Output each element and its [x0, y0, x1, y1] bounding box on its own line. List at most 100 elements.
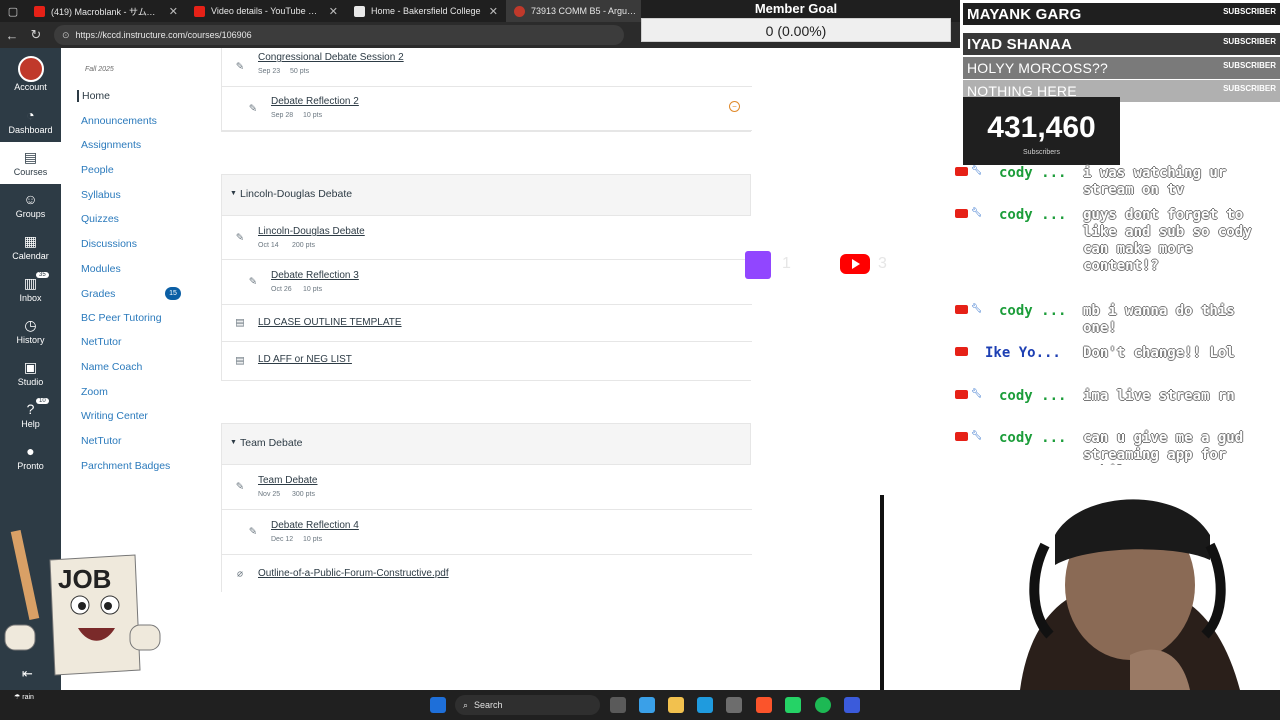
brave-icon[interactable]	[756, 697, 772, 713]
nav-inbox[interactable]: ▥ 35 Inbox	[0, 268, 61, 310]
avatar	[17, 56, 44, 82]
spotify-icon[interactable]	[815, 697, 831, 713]
course-nav-people[interactable]: People	[81, 164, 114, 176]
course-nav-home[interactable]: Home	[77, 90, 110, 102]
mascot-text: JOB	[58, 564, 112, 594]
course-nav-modules[interactable]: Modules	[81, 263, 121, 275]
browser-tab[interactable]: Home - Bakersfield College ✕	[346, 0, 506, 22]
back-icon[interactable]: ←	[0, 28, 24, 43]
close-tab-icon[interactable]: ✕	[489, 5, 498, 18]
module-item[interactable]: ✎ Congressional Debate Session 2 Sep 23 …	[222, 48, 752, 87]
module-item-date: Dec 12	[271, 536, 294, 543]
module-item[interactable]: ✎ Debate Reflection 2 Sep 28 10 pts −	[222, 87, 752, 131]
course-nav-name-coach[interactable]: Name Coach	[81, 361, 142, 373]
module-item[interactable]: ✎ Team Debate Nov 25 300 pts	[222, 465, 752, 510]
copilot-icon[interactable]	[639, 697, 655, 713]
url-input[interactable]: ⊙ https://kccd.instructure.com/courses/1…	[54, 25, 624, 45]
module-item-title[interactable]: Team Debate	[258, 475, 317, 486]
nav-dashboard[interactable]: ◔ Dashboard	[0, 100, 61, 142]
module-item-title[interactable]: Debate Reflection 3	[271, 270, 359, 281]
module-item-title[interactable]: LD CASE OUTLINE TEMPLATE	[258, 317, 402, 328]
nav-calendar[interactable]: ▦ Calendar	[0, 226, 61, 268]
course-nav-grades[interactable]: Grades	[81, 288, 115, 300]
module-item-title[interactable]: Lincoln-Douglas Debate	[258, 226, 365, 237]
nav-label: Pronto	[17, 461, 44, 471]
module-item[interactable]: ▤ LD AFF or NEG LIST	[222, 342, 752, 380]
module-item-date: Nov 25	[258, 491, 281, 498]
weather-widget[interactable]: ☂ rain	[14, 693, 84, 701]
inbox-badge: 35	[36, 272, 49, 278]
roblox-icon[interactable]	[844, 697, 860, 713]
course-nav-announcements[interactable]: Announcements	[81, 115, 157, 127]
assignment-icon: ✎	[248, 103, 258, 114]
course-nav-quizzes[interactable]: Quizzes	[81, 213, 119, 225]
edge-icon[interactable]	[697, 697, 713, 713]
nav-pronto[interactable]: ● Pronto	[0, 436, 61, 478]
module-header[interactable]: ▼ Team Debate	[221, 423, 751, 465]
chat-author: cody ...	[999, 430, 1067, 446]
subscriber-tag: SUBSCRIBER	[1223, 37, 1276, 46]
module-item-date: Oct 14	[258, 242, 279, 249]
whatsapp-icon[interactable]	[785, 697, 801, 713]
module-header[interactable]: ▼ Lincoln-Douglas Debate	[221, 174, 751, 216]
studio-icon: ▣	[23, 358, 38, 375]
module-item-title[interactable]: LD AFF or NEG LIST	[258, 354, 352, 365]
course-nav-zoom[interactable]: Zoom	[81, 386, 108, 398]
document-icon: ▤	[235, 355, 245, 367]
url-text: https://kccd.instructure.com/courses/106…	[75, 30, 252, 40]
file-explorer-icon[interactable]	[668, 697, 684, 713]
module-item-title[interactable]: Outline-of-a-Public-Forum-Constructive.p…	[258, 568, 449, 579]
close-tab-icon[interactable]: ✕	[169, 5, 178, 18]
caret-down-icon[interactable]: ▼	[230, 190, 237, 197]
module-item[interactable]: ▤ LD CASE OUTLINE TEMPLATE	[222, 305, 752, 342]
caret-down-icon[interactable]: ▼	[230, 439, 237, 446]
canvas-logo-icon	[514, 5, 525, 17]
course-nav-assignments[interactable]: Assignments	[81, 139, 141, 151]
browser-tab[interactable]: Video details - YouTube Studio ✕	[186, 0, 346, 22]
course-nav-parchment-badges[interactable]: Parchment Badges	[81, 460, 170, 472]
chat-text: Don't change!! Lol	[1083, 345, 1235, 361]
nav-studio[interactable]: ▣ Studio	[0, 352, 61, 394]
pronto-icon: ●	[26, 443, 35, 459]
wrench-icon: 🔧︎	[971, 430, 983, 440]
module-item-title[interactable]: Debate Reflection 2	[271, 96, 359, 107]
module-item[interactable]: ⌀ Outline-of-a-Public-Forum-Constructive…	[222, 555, 752, 592]
taskbar-search[interactable]: ⌕ Search	[455, 695, 600, 715]
dashboard-icon: ◔	[26, 107, 35, 123]
browser-tab[interactable]: (419) Macroblank - サムライ - YouT ✕	[26, 0, 186, 22]
site-info-icon[interactable]: ⊙	[62, 30, 70, 41]
nav-help[interactable]: ? 10 Help	[0, 394, 61, 436]
module-item-points: 300 pts	[292, 491, 315, 498]
course-nav-syllabus[interactable]: Syllabus	[81, 189, 121, 201]
courses-icon: ▤	[23, 148, 38, 165]
wrench-icon: 🔧︎	[971, 388, 983, 398]
youtube-icon	[955, 209, 968, 218]
grades-badge: 15	[165, 287, 181, 300]
reload-icon[interactable]: ↻	[24, 27, 48, 43]
window-menu-icon[interactable]: ▢	[0, 0, 26, 22]
canvas-page-icon	[354, 5, 365, 17]
course-nav-nettutor-2[interactable]: NetTutor	[81, 435, 121, 447]
nav-courses[interactable]: ▤ Courses	[0, 142, 61, 184]
course-nav-discussions[interactable]: Discussions	[81, 238, 137, 250]
nav-history[interactable]: ◷ History	[0, 310, 61, 352]
module-item-title[interactable]: Congressional Debate Session 2	[258, 52, 404, 63]
course-nav-peer-tutoring[interactable]: BC Peer Tutoring	[81, 312, 162, 324]
tab-title: 73913 COMM B5 - Argumentation	[531, 6, 643, 16]
module-item[interactable]: ✎ Debate Reflection 3 Oct 26 10 pts	[222, 260, 752, 305]
subscriber-entry: HOLYY MORCOSS?? SUBSCRIBER	[963, 57, 1280, 79]
chat-text: i was watching ur stream on tv	[1083, 165, 1227, 198]
module-item[interactable]: ✎ Lincoln-Douglas Debate Oct 14 200 pts	[222, 216, 752, 260]
start-icon[interactable]	[430, 697, 446, 713]
store-icon[interactable]	[726, 697, 742, 713]
nav-groups[interactable]: ☺ Groups	[0, 184, 61, 226]
module-item[interactable]: ✎ Debate Reflection 4 Dec 12 10 pts	[222, 510, 752, 555]
course-nav-writing-center[interactable]: Writing Center	[81, 410, 148, 422]
course-nav-nettutor[interactable]: NetTutor	[81, 336, 121, 348]
chat-author: cody ...	[999, 207, 1067, 223]
task-view-icon[interactable]	[610, 697, 626, 713]
close-tab-icon[interactable]: ✕	[329, 5, 338, 18]
nav-account[interactable]: Account	[0, 48, 61, 100]
module-item-title[interactable]: Debate Reflection 4	[271, 520, 359, 531]
module-item-date: Sep 23	[258, 68, 281, 75]
